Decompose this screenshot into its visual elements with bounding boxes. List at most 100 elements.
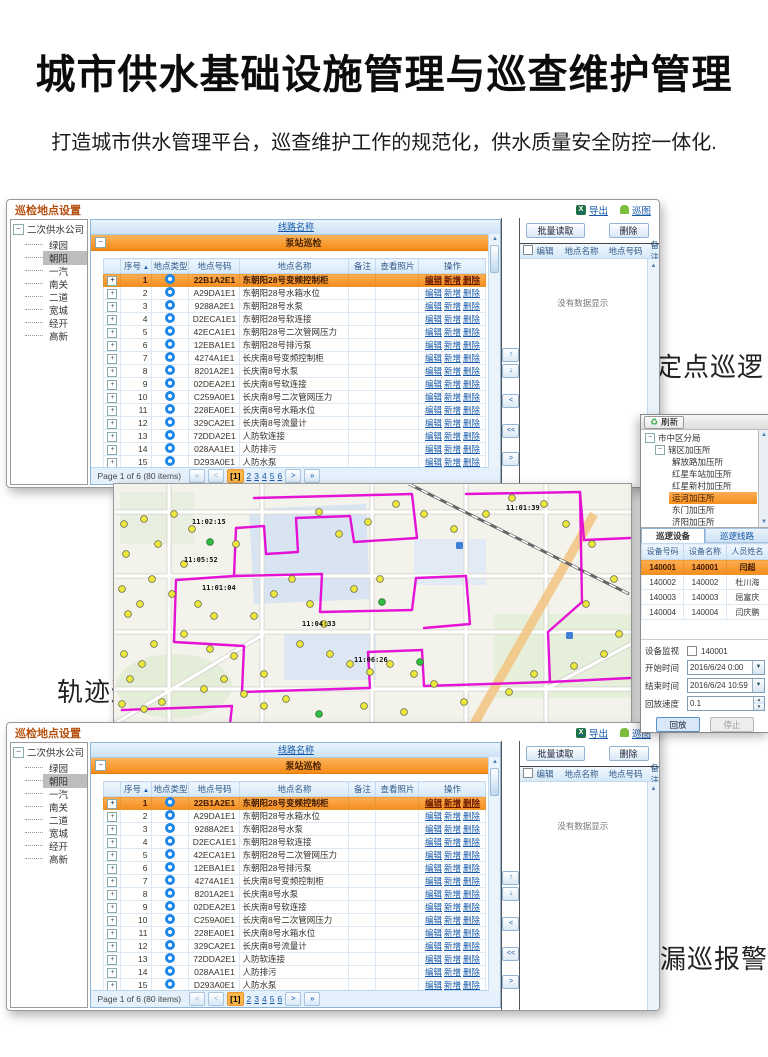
tree-item[interactable]: 高新	[25, 329, 87, 342]
tree-item[interactable]: 朝阳	[25, 774, 87, 787]
add-link[interactable]: 新增	[444, 876, 461, 886]
select-all-checkbox[interactable]	[523, 768, 533, 778]
station-item[interactable]: 红星新村加压所	[669, 480, 757, 492]
delete-link[interactable]: 删除	[463, 314, 480, 324]
add-link[interactable]: 新增	[444, 850, 461, 860]
table-row[interactable]: +11228EA0E1长庆南8号水箱水位编辑新增删除	[104, 927, 486, 940]
delete-link[interactable]: 删除	[463, 863, 480, 873]
edit-link[interactable]: 编辑	[425, 928, 442, 938]
delete-link[interactable]: 删除	[463, 928, 480, 938]
col-note[interactable]: 备注	[349, 782, 376, 797]
pager-last-button[interactable]: »	[304, 992, 320, 1006]
delete-link[interactable]: 删除	[463, 967, 480, 977]
row-expand-icon[interactable]: +	[107, 890, 117, 900]
move-up-button[interactable]: ↑	[502, 348, 519, 362]
tree-item[interactable]: 绿园	[25, 761, 87, 774]
table-row[interactable]: +1372DDA2E1人防软连接编辑新增删除	[104, 430, 486, 443]
add-link[interactable]: 新增	[444, 418, 461, 428]
table-row[interactable]: +902DEA2E1长庆南8号软连接编辑新增删除	[104, 901, 486, 914]
edit-link[interactable]: 编辑	[425, 327, 442, 337]
scroll-thumb[interactable]	[490, 245, 499, 273]
table-row[interactable]: +15D293A0E1人防水泵编辑新增删除	[104, 456, 486, 468]
delete-link[interactable]: 删除	[463, 431, 480, 441]
tree-item[interactable]: 一汽	[25, 787, 87, 800]
pager-page-link[interactable]: 3	[254, 994, 259, 1004]
col-photo[interactable]: 查看照片	[376, 259, 419, 274]
pager-next-button[interactable]: >	[285, 992, 301, 1006]
scroll-up-icon[interactable]: ▲	[651, 263, 657, 269]
edit-link[interactable]: 编辑	[425, 314, 442, 324]
row-expand-icon[interactable]: +	[107, 406, 117, 416]
row-expand-icon[interactable]: +	[107, 942, 117, 952]
tree-item[interactable]: 宽城	[25, 303, 87, 316]
delete-link[interactable]: 删除	[463, 824, 480, 834]
add-link[interactable]: 新增	[444, 824, 461, 834]
tree-root-node[interactable]: − 二次供水公司	[11, 743, 87, 761]
tree-item[interactable]: 二道	[25, 290, 87, 303]
stop-button[interactable]: 停止	[710, 717, 754, 732]
add-link[interactable]: 新增	[444, 863, 461, 873]
delete-link[interactable]: 删除	[463, 366, 480, 376]
row-expand-icon[interactable]: +	[107, 851, 117, 861]
edit-link[interactable]: 编辑	[425, 863, 442, 873]
tree-item[interactable]: 高新	[25, 852, 87, 865]
delete-link[interactable]: 删除	[463, 876, 480, 886]
edit-link[interactable]: 编辑	[425, 392, 442, 402]
pager-prev-button[interactable]: <	[208, 992, 224, 1006]
edit-link[interactable]: 编辑	[425, 288, 442, 298]
table-row[interactable]: +15D293A0E1人防水泵编辑新增删除	[104, 979, 486, 991]
add-link[interactable]: 新增	[444, 837, 461, 847]
table-row[interactable]: +902DEA2E1长庆南8号软连接编辑新增删除	[104, 378, 486, 391]
row-expand-icon[interactable]: +	[107, 419, 117, 429]
row-expand-icon[interactable]: +	[107, 302, 117, 312]
table-row[interactable]: +122B1A2E1东朝阳28号变频控制柜编辑新增删除	[104, 797, 486, 810]
row-expand-icon[interactable]: +	[107, 968, 117, 978]
row-expand-icon[interactable]: +	[107, 341, 117, 351]
delete-link[interactable]: 删除	[463, 941, 480, 951]
move-left-button[interactable]: <	[502, 917, 519, 931]
tree-item[interactable]: 朝阳	[25, 251, 87, 264]
row-expand-icon[interactable]: +	[107, 812, 117, 822]
move-down-button[interactable]: ↓	[502, 887, 519, 901]
table-row[interactable]: +612EBA1E1东朝阳28号排污泵编辑新增删除	[104, 862, 486, 875]
table-row[interactable]: +2A29DA1E1东朝阳28号水箱水位编辑新增删除	[104, 810, 486, 823]
patrol-map-link[interactable]: 巡图	[620, 203, 651, 217]
tree-item[interactable]: 经开	[25, 839, 87, 852]
table-row[interactable]: +14028AA1E1人防排污编辑新增删除	[104, 443, 486, 456]
row-expand-icon[interactable]: +	[107, 289, 117, 299]
move-right-button[interactable]: >	[502, 975, 519, 989]
row-expand-icon[interactable]: +	[107, 276, 117, 286]
table-row[interactable]: +542ECA1E1东朝阳28号二次管网压力编辑新增删除	[104, 326, 486, 339]
pager-page-link[interactable]: 6	[277, 994, 282, 1004]
table-row[interactable]: +14028AA1E1人防排污编辑新增删除	[104, 966, 486, 979]
edit-link[interactable]: 编辑	[425, 340, 442, 350]
add-link[interactable]: 新增	[444, 340, 461, 350]
grid-scrollbar[interactable]: ▲	[488, 234, 500, 468]
col-type[interactable]: 地点类型	[152, 259, 189, 274]
row-expand-icon[interactable]: +	[107, 825, 117, 835]
delete-link[interactable]: 删除	[463, 392, 480, 402]
station-tree-root[interactable]: − 市中区分局	[645, 432, 757, 444]
add-link[interactable]: 新增	[444, 275, 461, 285]
edit-link[interactable]: 编辑	[425, 902, 442, 912]
scroll-up-icon[interactable]: ▲	[492, 757, 498, 767]
add-link[interactable]: 新增	[444, 980, 461, 990]
group-row[interactable]: − 泵站巡检	[91, 235, 500, 251]
chevron-down-icon[interactable]: ▼	[752, 679, 764, 692]
col-note[interactable]: 备注	[349, 259, 376, 274]
refresh-button[interactable]: ♻刷新	[644, 416, 684, 429]
grid-scrollbar[interactable]: ▲	[488, 757, 500, 991]
device-row[interactable]: 140003140003屈富庆	[642, 590, 768, 605]
table-row[interactable]: +88201A2E1长庆南8号水泵编辑新增删除	[104, 365, 486, 378]
export-link[interactable]: X导出	[576, 726, 608, 740]
table-row[interactable]: +74274A1E1长庆南8号变频控制柜编辑新增删除	[104, 875, 486, 888]
row-expand-icon[interactable]: +	[107, 838, 117, 848]
edit-link[interactable]: 编辑	[425, 353, 442, 363]
pager-page-link[interactable]: 4	[262, 994, 267, 1004]
add-link[interactable]: 新增	[444, 889, 461, 899]
device-row[interactable]: 140004140004闫庆鹏	[642, 605, 768, 620]
edit-link[interactable]: 编辑	[425, 418, 442, 428]
group-row[interactable]: − 泵站巡检	[91, 758, 500, 774]
gps-track-map[interactable]: 11:02:1511:05:5211:01:0411:06:2611:04:33…	[113, 483, 632, 725]
add-link[interactable]: 新增	[444, 811, 461, 821]
